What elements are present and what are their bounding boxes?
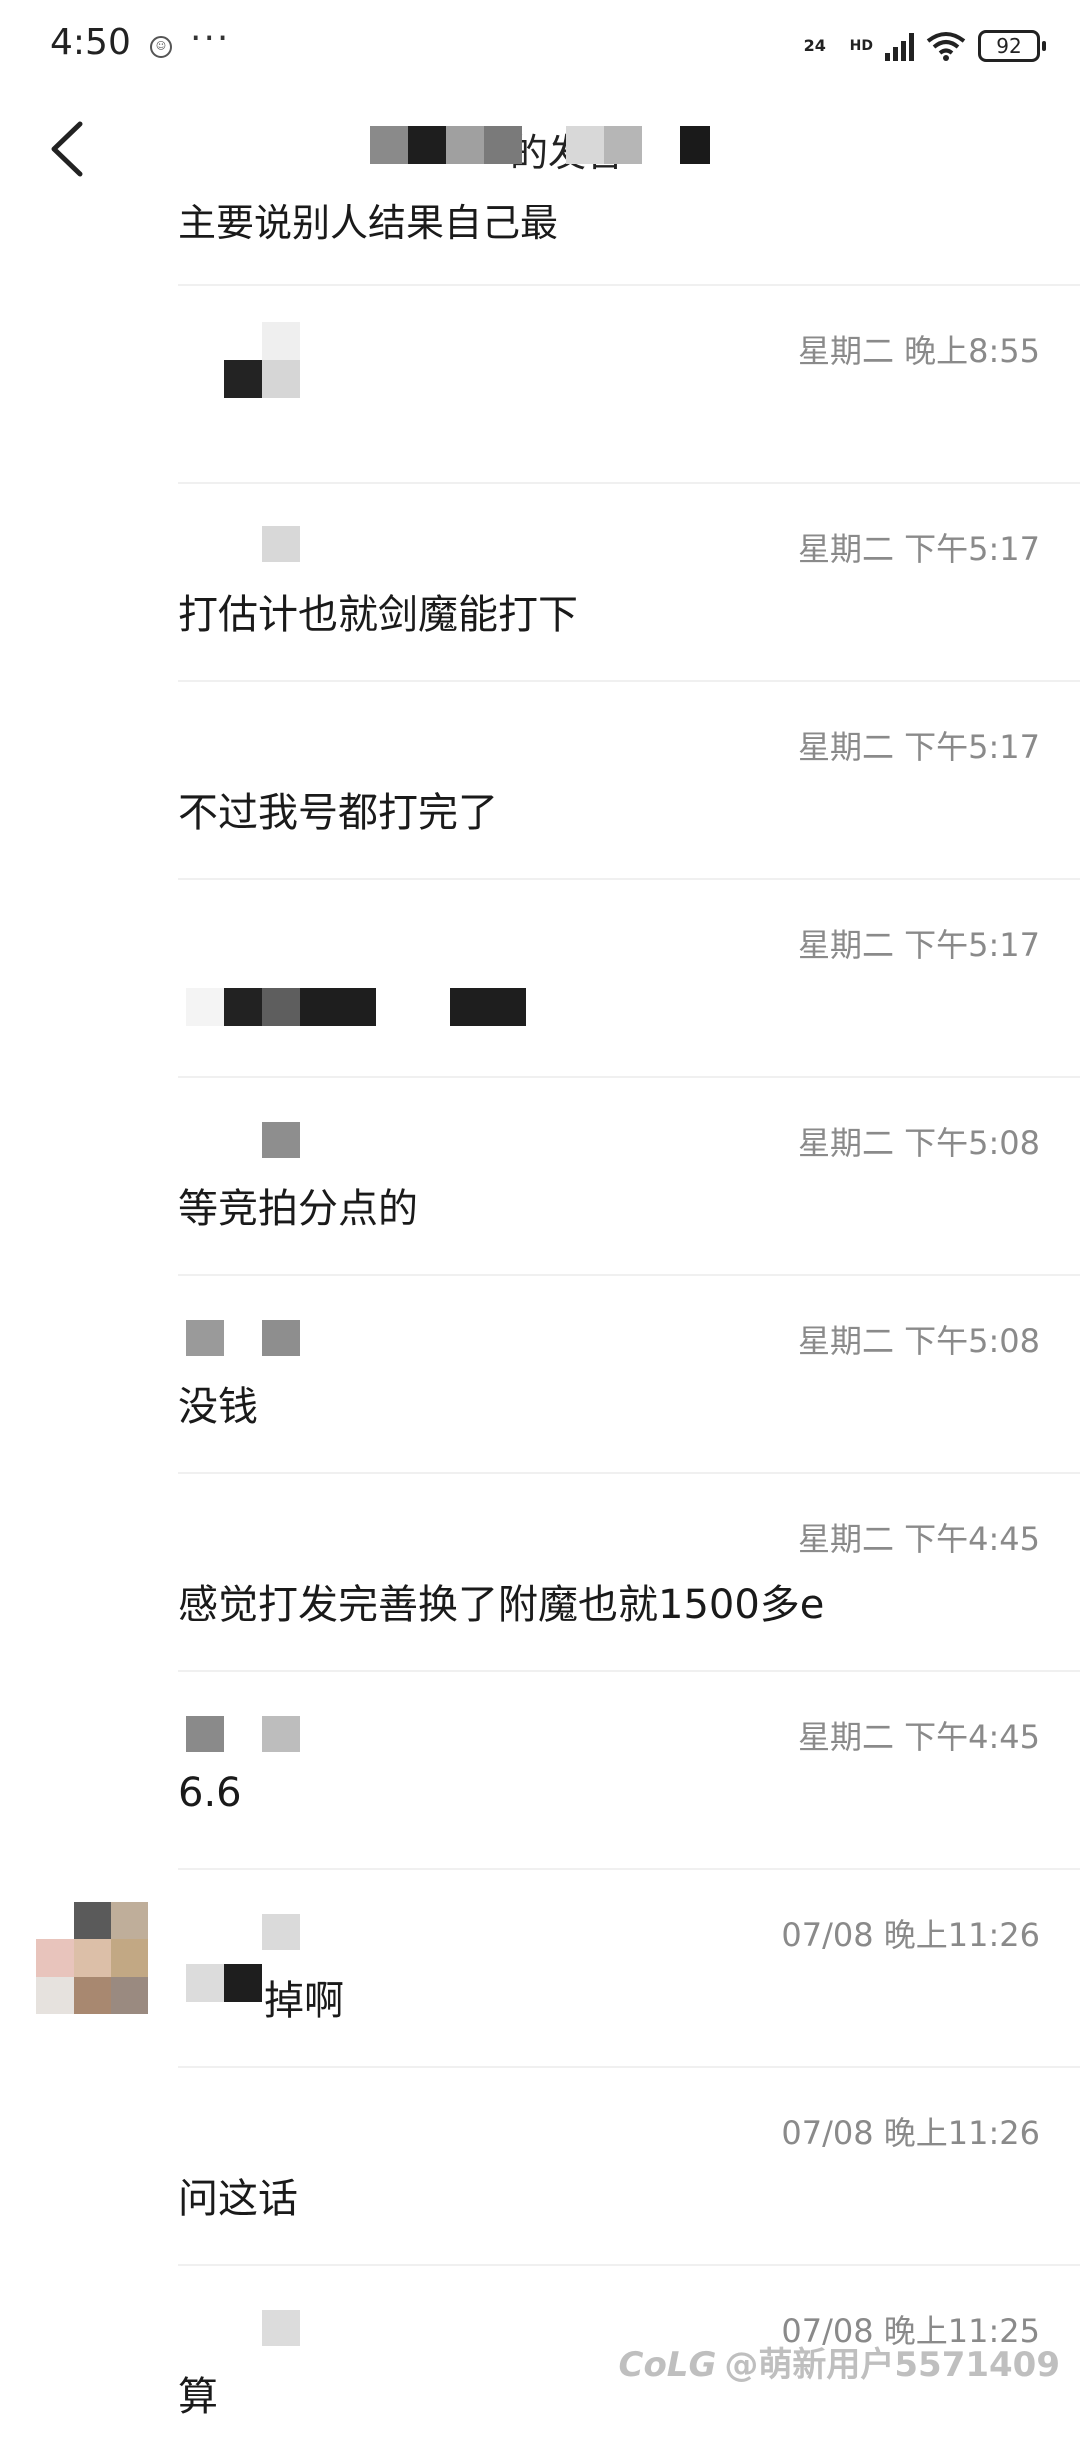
network-speed: 24 (803, 36, 826, 55)
message-time: 07/08 晚上11:26 (781, 1916, 1040, 1954)
message-text: 问这话 (178, 2176, 298, 2222)
message-text: 掉啊 (264, 1978, 344, 2024)
divider (178, 2066, 1080, 2068)
message-text: 不过我号都打完了 (178, 790, 498, 836)
list-item[interactable]: 星期二 下午5:08 没钱 (0, 1274, 1080, 1472)
message-time: 星期二 下午4:45 (797, 1718, 1040, 1756)
message-time: 星期二 下午5:17 (797, 728, 1040, 766)
list-item[interactable]: 07/08 晚上11:26 掉啊 (0, 1868, 1080, 2066)
message-time: 星期二 下午5:08 (797, 1124, 1040, 1162)
divider (178, 1076, 1080, 1078)
watermark-text: @萌新用户5571409 (724, 2345, 1060, 2385)
list-item[interactable]: 星期二 晚上8:55 (0, 284, 1080, 482)
list-item[interactable]: 星期二 下午5:17 打估计也就剑魔能打下 (0, 482, 1080, 680)
signal-icon (885, 31, 914, 61)
page-title: 的发言 (370, 112, 710, 172)
battery-icon: 92 (978, 30, 1046, 62)
status-bar: 4:50 ☺ ··· 24 HD 92 (0, 0, 1080, 96)
list-item[interactable]: 星期二 下午5:08 等竞拍分点的 (0, 1076, 1080, 1274)
message-time: 星期二 下午5:17 (797, 926, 1040, 964)
divider (178, 284, 1080, 286)
chevron-left-icon (51, 121, 83, 177)
status-icons: 24 HD 92 (803, 30, 1046, 62)
list-item[interactable]: 星期二 下午4:45 6.6 (0, 1670, 1080, 1868)
hd-icon: HD (849, 38, 873, 54)
list-item[interactable]: 星期二 下午4:45 感觉打发完善换了附魔也就1500多e (0, 1472, 1080, 1670)
message-text: 打估计也就剑魔能打下 (178, 592, 578, 638)
avatar[interactable] (36, 1902, 148, 2014)
message-text: 等竞拍分点的 (178, 1186, 418, 1232)
message-time: 07/08 晚上11:26 (781, 2114, 1040, 2152)
list-item[interactable]: 星期二 下午5:17 不过我号都打完了 (0, 680, 1080, 878)
message-time: 星期二 下午5:08 (797, 1322, 1040, 1360)
divider (178, 1274, 1080, 1276)
divider (178, 482, 1080, 484)
message-text: 感觉打发完善换了附魔也就1500多e (178, 1582, 825, 1628)
message-time: 星期二 下午4:45 (797, 1520, 1040, 1558)
divider (178, 878, 1080, 880)
back-button[interactable] (34, 114, 104, 184)
message-text: 算 (178, 2374, 218, 2420)
divider (178, 1670, 1080, 1672)
watermark: CoLG @萌新用户5571409 (619, 2337, 1061, 2386)
divider (178, 680, 1080, 682)
message-text: 6.6 (178, 1770, 242, 1816)
message-notification-icon: ☺ (150, 36, 172, 58)
more-notifications-icon: ··· (190, 18, 231, 59)
top-bar: 的发言 (0, 96, 1080, 206)
wifi-icon (926, 32, 966, 61)
message-time: 星期二 下午5:17 (797, 530, 1040, 568)
divider (178, 2264, 1080, 2266)
message-time: 星期二 晚上8:55 (797, 332, 1040, 370)
partial-message: 主要说别人结果自己最 (178, 201, 559, 245)
divider (178, 1472, 1080, 1474)
status-time: 4:50 (50, 22, 131, 63)
list-item[interactable]: 星期二 下午5:17 (0, 878, 1080, 1076)
list-item[interactable]: 07/08 晚上11:26 问这话 (0, 2066, 1080, 2264)
divider (178, 1868, 1080, 1870)
message-text: 没钱 (178, 1384, 258, 1430)
watermark-logo: CoLG (618, 2345, 717, 2385)
